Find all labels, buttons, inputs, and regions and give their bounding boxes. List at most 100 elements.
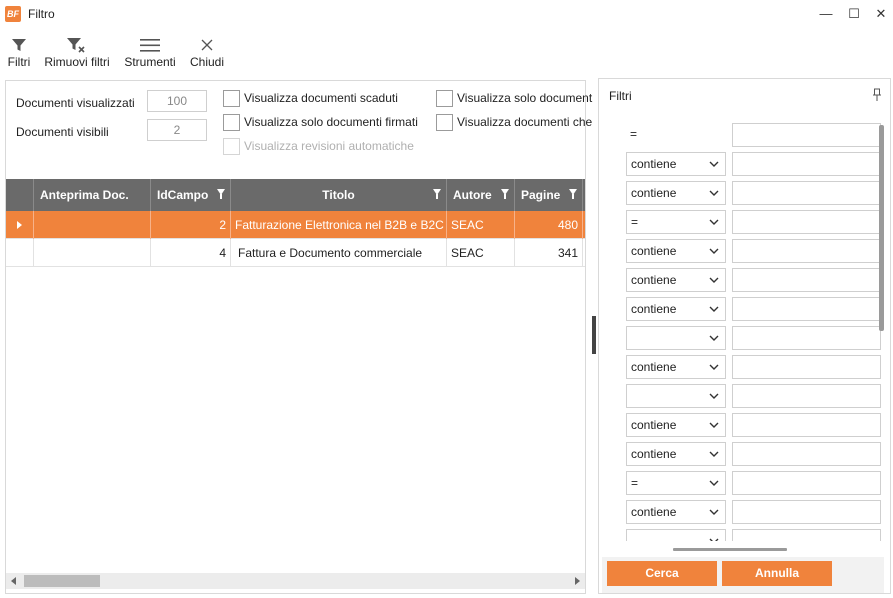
cell-anteprima[interactable] [34, 239, 151, 267]
filter-row: contiene [599, 413, 881, 439]
operator-dropdown[interactable]: contiene [626, 413, 726, 437]
chevron-down-icon [709, 248, 719, 254]
column-filter-icon[interactable] [501, 189, 509, 199]
filter-value-input[interactable] [732, 326, 881, 350]
strumenti-button[interactable]: Strumenti [123, 32, 177, 74]
filter-value-input[interactable] [732, 268, 881, 292]
filter-value-input[interactable] [732, 384, 881, 408]
cell-pagine[interactable]: 480 [515, 211, 583, 239]
filter-value-input[interactable] [732, 500, 881, 524]
filter-value-input[interactable] [732, 297, 881, 321]
filter-value-input[interactable] [732, 123, 881, 147]
operator-dropdown[interactable] [626, 529, 726, 541]
scrollbar-thumb[interactable] [879, 125, 884, 331]
col-titolo[interactable]: Titolo [231, 179, 447, 211]
documents-panel: Documenti visualizzati 100 Documenti vis… [5, 80, 592, 594]
column-filter-icon[interactable] [569, 189, 577, 199]
filter-row: contiene [599, 355, 881, 381]
horizontal-scrollbar[interactable] [6, 573, 585, 589]
col-anteprima[interactable]: Anteprima Doc. [34, 179, 151, 211]
remove-filter-icon [67, 38, 85, 53]
cell-pagine[interactable]: 341 [515, 239, 583, 267]
table-row[interactable]: 2 Fatturazione Elettronica nel B2B e B2C… [6, 211, 585, 239]
filter-value-input[interactable] [732, 181, 881, 205]
chiudi-button[interactable]: Chiudi [188, 32, 226, 74]
operator-value: contiene [631, 302, 677, 316]
filter-value-input[interactable] [732, 413, 881, 437]
cell-autore[interactable]: SEAC [447, 239, 515, 267]
close-window-button[interactable]: ✕ [870, 4, 892, 24]
operator-dropdown[interactable]: contiene [626, 355, 726, 379]
filter-row: contiene [599, 152, 881, 178]
filter-value-input[interactable] [732, 471, 881, 495]
row-selector[interactable] [6, 239, 34, 267]
documenti-visualizzati-field[interactable]: 100 [147, 90, 207, 112]
filter-row: contiene [599, 268, 881, 294]
filter-value-input[interactable] [732, 529, 881, 541]
col-pagine[interactable]: Pagine [515, 179, 583, 211]
solo-document-label: Visualizza solo document [457, 91, 593, 105]
operator-dropdown[interactable]: contiene [626, 239, 726, 263]
filter-value-input[interactable] [732, 210, 881, 234]
chevron-down-icon [709, 161, 719, 167]
minimize-button[interactable]: — [815, 4, 837, 24]
column-filter-icon[interactable] [433, 189, 441, 199]
chevron-down-icon [709, 422, 719, 428]
operator-dropdown[interactable]: contiene [626, 500, 726, 524]
filter-row: contiene [599, 239, 881, 265]
chevron-down-icon [709, 306, 719, 312]
column-filter-icon[interactable] [217, 189, 225, 199]
documenti-visibili-label: Documenti visibili [16, 125, 109, 139]
filter-vertical-scrollbar[interactable] [879, 125, 885, 545]
operator-dropdown[interactable]: contiene [626, 181, 726, 205]
operator-dropdown[interactable]: contiene [626, 152, 726, 176]
filter-value-input[interactable] [732, 442, 881, 466]
cell-anteprima[interactable] [34, 211, 151, 239]
operator-dropdown[interactable]: = [626, 471, 726, 495]
cell-idcampo[interactable]: 4 [151, 239, 231, 267]
maximize-button[interactable]: ☐ [843, 4, 865, 24]
splitter-handle[interactable] [592, 316, 596, 354]
col-autore[interactable]: Autore [447, 179, 515, 211]
filter-row [599, 529, 881, 541]
rimuovi-filtri-button[interactable]: Rimuovi filtri [42, 32, 112, 74]
filter-value-input[interactable] [732, 239, 881, 263]
filter-icon [12, 39, 26, 51]
cell-autore[interactable]: SEAC [447, 211, 515, 239]
documenti-visibili-field[interactable]: 2 [147, 119, 207, 141]
solo-document-checkbox[interactable] [436, 90, 453, 107]
chevron-down-icon [709, 335, 719, 341]
firmati-checkbox[interactable] [223, 114, 240, 131]
scrollbar-thumb[interactable] [24, 575, 100, 587]
documenti-che-checkbox[interactable] [436, 114, 453, 131]
firmati-label: Visualizza solo documenti firmati [244, 115, 418, 129]
operator-value: = [631, 215, 639, 229]
operator-value: contiene [631, 157, 677, 171]
operator-dropdown[interactable] [626, 326, 726, 350]
pin-icon[interactable] [872, 88, 882, 102]
chevron-down-icon [709, 190, 719, 196]
grid-header: Anteprima Doc. IdCampo Titolo Autore Pag… [6, 179, 585, 211]
cell-titolo[interactable]: Fatturazione Elettronica nel B2B e B2C [231, 211, 447, 239]
operator-dropdown[interactable]: = [626, 210, 726, 234]
documenti-visualizzati-label: Documenti visualizzati [16, 96, 135, 110]
operator-dropdown[interactable] [626, 384, 726, 408]
cerca-button[interactable]: Cerca [607, 561, 717, 586]
scroll-right-icon[interactable] [575, 577, 580, 585]
cell-idcampo[interactable]: 2 [151, 211, 231, 239]
operator-dropdown[interactable]: contiene [626, 297, 726, 321]
filter-value-input[interactable] [732, 152, 881, 176]
operator-dropdown[interactable]: contiene [626, 442, 726, 466]
cell-titolo[interactable]: Fattura e Documento commerciale [231, 239, 447, 267]
annulla-button[interactable]: Annulla [722, 561, 832, 586]
row-selector[interactable] [6, 211, 34, 239]
scroll-left-icon[interactable] [11, 577, 16, 585]
operator-dropdown[interactable]: contiene [626, 268, 726, 292]
filter-value-input[interactable] [732, 355, 881, 379]
scaduti-checkbox[interactable] [223, 90, 240, 107]
table-row[interactable]: 4 Fattura e Documento commerciale SEAC 3… [6, 239, 585, 267]
filter-horizontal-scrollbar[interactable] [673, 548, 787, 551]
col-idcampo[interactable]: IdCampo [151, 179, 231, 211]
menu-icon [140, 39, 160, 52]
filtri-button[interactable]: Filtri [5, 32, 33, 74]
